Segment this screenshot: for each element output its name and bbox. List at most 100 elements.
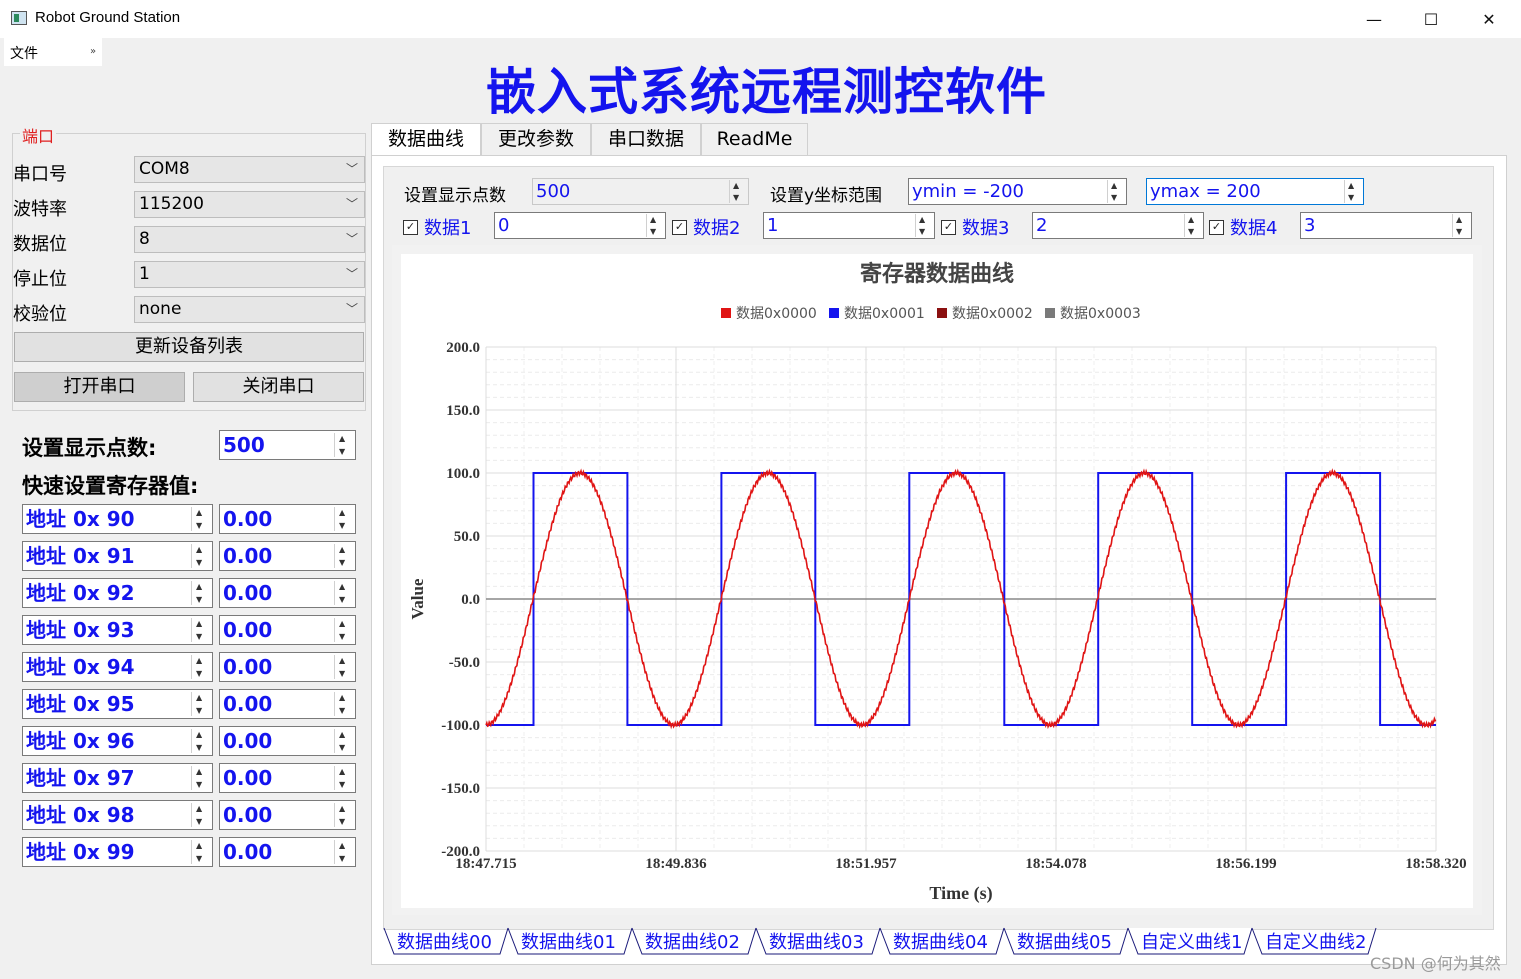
spin-arrows-icon[interactable] [191,729,210,753]
y-tick-label: 100.0 [446,466,480,482]
tab-serial-data[interactable]: 串口数据 [591,123,701,156]
tab-data-curve[interactable]: 数据曲线 [371,123,481,158]
menu-file[interactable]: 文件 [10,43,38,63]
register-value-spinbox[interactable]: 0.00 [219,837,356,867]
register-value: 0.00 [223,581,273,605]
spin-arrows-icon[interactable] [729,180,746,203]
y-axis-label: Value [408,578,427,619]
spin-arrows-icon[interactable] [1107,180,1124,203]
tab-readme[interactable]: ReadMe [701,123,808,156]
register-value-spinbox[interactable]: 0.00 [219,541,356,571]
register-value-spinbox[interactable]: 0.00 [219,578,356,608]
spin-arrows-icon[interactable] [334,433,353,457]
channel3-checkbox[interactable]: ✓ 数据3 [941,214,1009,240]
spin-arrows-icon[interactable] [191,618,210,642]
port-select[interactable]: COM8 ﹀ [134,156,365,183]
register-address-spinbox[interactable]: 地址 0x 97 [22,763,213,793]
channel3-spinbox[interactable]: 2 [1032,212,1204,239]
baud-select[interactable]: 115200 ﹀ [134,191,365,218]
stopbits-select[interactable]: 1 ﹀ [134,261,365,288]
spin-arrows-icon[interactable] [334,692,353,716]
register-value: 0.00 [223,692,273,716]
spin-arrows-icon[interactable] [334,655,353,679]
register-value-spinbox[interactable]: 0.00 [219,763,356,793]
register-address: 地址 0x 92 [26,581,135,605]
register-address-spinbox[interactable]: 地址 0x 91 [22,541,213,571]
channel2-label: 数据2 [693,218,741,239]
display-points-spinbox[interactable]: 500 [532,178,749,205]
spin-arrows-icon[interactable] [191,655,210,679]
spin-arrows-icon[interactable] [1344,180,1361,203]
spin-arrows-icon[interactable] [191,840,210,864]
register-value: 0.00 [223,655,273,679]
register-value-spinbox[interactable]: 0.00 [219,615,356,645]
register-address-spinbox[interactable]: 地址 0x 93 [22,615,213,645]
spin-arrows-icon[interactable] [191,803,210,827]
register-value-spinbox[interactable]: 0.00 [219,689,356,719]
spin-arrows-icon[interactable] [334,507,353,531]
spin-arrows-icon[interactable] [334,729,353,753]
spin-arrows-icon[interactable] [334,618,353,642]
legend-swatch [1045,308,1055,318]
x-tick-label: 18:51.957 [835,856,897,872]
spin-arrows-icon[interactable] [334,581,353,605]
open-port-button[interactable]: 打开串口 [14,372,185,402]
channel1-value: 0 [498,215,510,236]
register-data-chart: 200.0150.0100.050.00.0-50.0-100.0-150.0-… [408,261,1467,904]
maximize-button[interactable]: ☐ [1402,0,1460,38]
menu-overflow-icon[interactable]: » [90,46,96,57]
close-button[interactable]: ✕ [1460,0,1518,38]
channel4-spinbox[interactable]: 3 [1300,212,1472,239]
tab-change-params[interactable]: 更改参数 [481,123,591,156]
register-value: 0.00 [223,507,273,531]
spin-arrows-icon[interactable] [334,766,353,790]
channel1-checkbox[interactable]: ✓ 数据1 [403,214,471,240]
spin-arrows-icon[interactable] [334,840,353,864]
spin-arrows-icon[interactable] [191,766,210,790]
spin-arrows-icon[interactable] [191,544,210,568]
x-tick-label: 18:54.078 [1025,856,1086,872]
ymax-spinbox[interactable]: ymax = 200 [1146,178,1364,205]
register-address-spinbox[interactable]: 地址 0x 96 [22,726,213,756]
curve-tab[interactable]: 数据曲线02 [645,928,740,956]
spin-arrows-icon[interactable] [646,214,663,237]
spin-arrows-icon[interactable] [191,692,210,716]
y-tick-label: -150.0 [441,781,480,797]
register-value-spinbox[interactable]: 0.00 [219,652,356,682]
curve-tab[interactable]: 自定义曲线2 [1265,928,1366,956]
register-value-spinbox[interactable]: 0.00 [219,504,356,534]
register-address-spinbox[interactable]: 地址 0x 99 [22,837,213,867]
spin-arrows-icon[interactable] [334,803,353,827]
databits-select[interactable]: 8 ﹀ [134,226,365,253]
spin-arrows-icon[interactable] [334,544,353,568]
spin-arrows-icon[interactable] [915,214,932,237]
channel1-spinbox[interactable]: 0 [494,212,666,239]
curve-tab[interactable]: 数据曲线03 [769,928,864,956]
register-address-spinbox[interactable]: 地址 0x 94 [22,652,213,682]
spin-arrows-icon[interactable] [191,581,210,605]
curve-tab[interactable]: 自定义曲线1 [1141,928,1242,956]
register-address-spinbox[interactable]: 地址 0x 98 [22,800,213,830]
points-spinbox[interactable]: 500 [219,430,356,460]
register-address-spinbox[interactable]: 地址 0x 92 [22,578,213,608]
ymin-spinbox[interactable]: ymin = -200 [908,178,1127,205]
close-port-button[interactable]: 关闭串口 [193,372,364,402]
refresh-devices-button[interactable]: 更新设备列表 [14,332,364,362]
curve-tab[interactable]: 数据曲线04 [893,928,988,956]
register-address-spinbox[interactable]: 地址 0x 90 [22,504,213,534]
spin-arrows-icon[interactable] [191,507,210,531]
parity-select[interactable]: none ﹀ [134,296,365,323]
minimize-button[interactable]: — [1345,0,1403,38]
register-address-spinbox[interactable]: 地址 0x 95 [22,689,213,719]
spin-arrows-icon[interactable] [1452,214,1469,237]
register-value-spinbox[interactable]: 0.00 [219,800,356,830]
chevron-down-icon: ﹀ [345,267,358,281]
channel4-checkbox[interactable]: ✓ 数据4 [1209,214,1277,240]
channel2-spinbox[interactable]: 1 [763,212,935,239]
channel2-checkbox[interactable]: ✓ 数据2 [672,214,740,240]
curve-tab[interactable]: 数据曲线01 [521,928,616,956]
curve-tab[interactable]: 数据曲线05 [1017,928,1112,956]
spin-arrows-icon[interactable] [1184,214,1201,237]
register-value-spinbox[interactable]: 0.00 [219,726,356,756]
curve-tab[interactable]: 数据曲线00 [397,928,492,956]
